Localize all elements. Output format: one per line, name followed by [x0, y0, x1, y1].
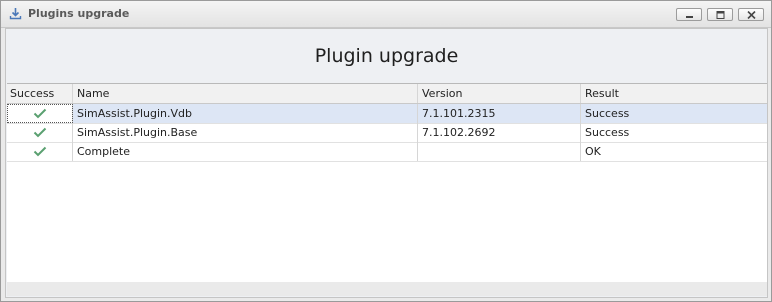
maximize-icon	[716, 11, 725, 19]
version-cell[interactable]: 7.1.102.2692	[418, 123, 581, 142]
checkmark-icon	[33, 108, 47, 119]
result-cell[interactable]: OK	[581, 142, 767, 161]
column-header-success[interactable]: Success	[7, 84, 73, 103]
download-icon	[9, 7, 22, 20]
result-cell[interactable]: Success	[581, 123, 767, 142]
table-row[interactable]: Complete OK	[7, 142, 767, 162]
minimize-button[interactable]	[676, 8, 702, 21]
status-bar	[7, 282, 767, 296]
page-title: Plugin upgrade	[314, 45, 459, 67]
checkmark-icon	[33, 146, 47, 157]
checkmark-icon	[33, 127, 47, 138]
title-bar[interactable]: Plugins upgrade	[1, 1, 771, 28]
column-header-result[interactable]: Result	[581, 84, 767, 103]
success-cell[interactable]	[7, 123, 73, 142]
close-button[interactable]	[738, 8, 764, 21]
table-row[interactable]: SimAssist.Plugin.Base 7.1.102.2692 Succe…	[7, 123, 767, 143]
table-row[interactable]: SimAssist.Plugin.Vdb 7.1.101.2315 Succes…	[7, 104, 767, 124]
name-cell[interactable]: SimAssist.Plugin.Vdb	[73, 104, 418, 123]
name-cell[interactable]: SimAssist.Plugin.Base	[73, 123, 418, 142]
grid-header: Success Name Version Result	[7, 84, 767, 104]
success-cell[interactable]	[7, 104, 73, 123]
column-header-version[interactable]: Version	[418, 84, 581, 103]
maximize-button[interactable]	[707, 8, 733, 21]
dialog-content: Plugin upgrade Success Name Version Resu…	[5, 28, 768, 298]
window-title: Plugins upgrade	[28, 7, 130, 20]
version-cell[interactable]	[418, 142, 581, 161]
close-icon	[747, 11, 756, 19]
results-grid[interactable]: Success Name Version Result SimAssist.Pl…	[7, 83, 767, 283]
result-cell[interactable]: Success	[581, 104, 767, 123]
version-cell[interactable]: 7.1.101.2315	[418, 104, 581, 123]
success-cell[interactable]	[7, 142, 73, 161]
plugins-upgrade-window: Plugins upgrade Plugin upgrade Success N…	[0, 0, 772, 302]
name-cell[interactable]: Complete	[73, 142, 418, 161]
column-header-name[interactable]: Name	[73, 84, 418, 103]
minimize-icon	[686, 16, 693, 18]
